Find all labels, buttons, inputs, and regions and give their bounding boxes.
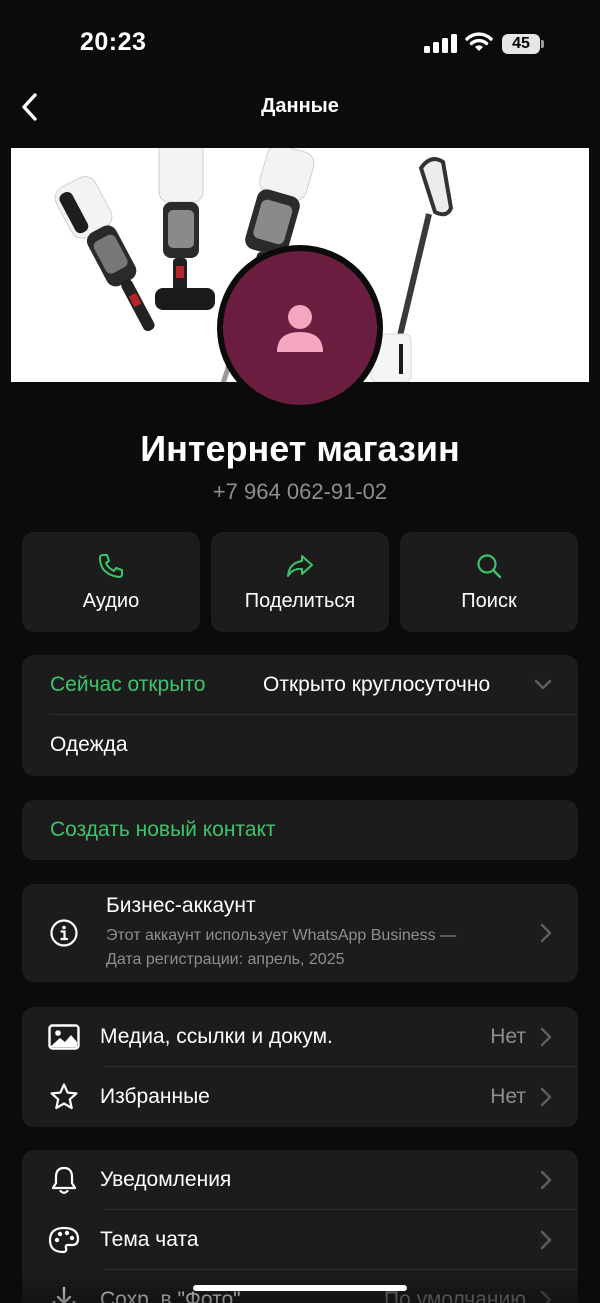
palette-icon bbox=[46, 1226, 82, 1254]
starred-row[interactable]: Избранные Нет bbox=[22, 1067, 578, 1127]
create-contact-label: Создать новый контакт bbox=[50, 818, 276, 841]
business-account-row[interactable]: Бизнес-аккаунт Этот аккаунт использует W… bbox=[22, 884, 578, 982]
nav-title: Данные bbox=[261, 95, 339, 117]
search-icon bbox=[477, 553, 502, 578]
settings-card: Уведомления Тема чата Сохр. в "Фото" По … bbox=[22, 1150, 578, 1303]
user-icon bbox=[277, 305, 323, 352]
chevron-right-icon bbox=[540, 1170, 552, 1190]
battery-tip bbox=[541, 40, 544, 48]
chat-theme-row[interactable]: Тема чата bbox=[22, 1210, 578, 1270]
battery-icon: 45 bbox=[502, 34, 540, 54]
create-contact-card: Создать новый контакт bbox=[22, 800, 578, 860]
media-label: Медиа, ссылки и докум. bbox=[100, 1025, 333, 1048]
chevron-right-icon bbox=[540, 1027, 552, 1047]
business-category: Одежда bbox=[50, 733, 128, 756]
wifi-icon bbox=[465, 32, 493, 51]
create-contact-button[interactable]: Создать новый контакт bbox=[22, 800, 578, 860]
hours-schedule: Открыто круглосуточно bbox=[263, 673, 491, 696]
status-bar: 20:23 45 bbox=[0, 0, 600, 80]
chevron-right-icon bbox=[540, 1087, 552, 1107]
audio-label: Аудио bbox=[82, 589, 140, 612]
chevron-right-icon bbox=[540, 923, 552, 943]
starred-count: Нет bbox=[490, 1085, 526, 1108]
search-button[interactable]: Поиск bbox=[400, 532, 578, 632]
image-icon bbox=[46, 1024, 82, 1050]
download-icon bbox=[46, 1285, 82, 1303]
status-time: 20:23 bbox=[80, 28, 147, 56]
open-status: Сейчас открыто bbox=[50, 673, 206, 696]
star-icon bbox=[46, 1082, 82, 1112]
search-label: Поиск bbox=[461, 589, 517, 612]
business-hours-card: Сейчас открыто Открыто круглосуточно Оде… bbox=[22, 655, 578, 776]
notifications-row[interactable]: Уведомления bbox=[22, 1150, 578, 1210]
chevron-right-icon bbox=[540, 1230, 552, 1250]
share-button[interactable]: Поделиться bbox=[211, 532, 389, 632]
chat-theme-label: Тема чата bbox=[100, 1228, 199, 1251]
business-account-text: Бизнес-аккаунт Этот аккаунт использует W… bbox=[106, 894, 456, 972]
starred-label: Избранные bbox=[100, 1085, 210, 1108]
profile-phone[interactable]: +7 964 062-91-02 bbox=[0, 479, 600, 505]
chevron-right-icon bbox=[540, 1290, 552, 1303]
nav-bar: Данные bbox=[0, 80, 600, 135]
share-icon bbox=[287, 554, 313, 577]
cellular-signal-icon bbox=[424, 33, 458, 53]
media-row[interactable]: Медиа, ссылки и докум. Нет bbox=[22, 1007, 578, 1067]
phone-icon bbox=[99, 553, 123, 578]
info-icon bbox=[46, 918, 82, 948]
action-buttons: Аудио Поделиться Поиск bbox=[22, 532, 578, 632]
category-row: Одежда bbox=[22, 715, 578, 775]
chevron-down-icon[interactable] bbox=[534, 679, 552, 691]
hours-row[interactable]: Сейчас открыто Открыто круглосуточно bbox=[22, 655, 578, 715]
media-card: Медиа, ссылки и докум. Нет Избранные Нет bbox=[22, 1007, 578, 1127]
registration-date: Дата регистрации: апрель, 2025 bbox=[106, 951, 345, 968]
home-indicator[interactable] bbox=[193, 1285, 407, 1291]
avatar-circle bbox=[223, 251, 377, 405]
profile-name: Интернет магазин bbox=[140, 428, 460, 469]
avatar[interactable] bbox=[217, 245, 383, 411]
media-count: Нет bbox=[490, 1025, 526, 1048]
business-account-desc: Этот аккаунт использует WhatsApp Busines… bbox=[106, 927, 457, 944]
notifications-label: Уведомления bbox=[100, 1168, 232, 1191]
audio-call-button[interactable]: Аудио bbox=[22, 532, 200, 632]
business-account-card: Бизнес-аккаунт Этот аккаунт использует W… bbox=[22, 884, 578, 982]
business-account-title: Бизнес-аккаунт bbox=[106, 894, 256, 917]
bell-icon bbox=[46, 1165, 82, 1195]
share-label: Поделиться bbox=[244, 589, 356, 612]
